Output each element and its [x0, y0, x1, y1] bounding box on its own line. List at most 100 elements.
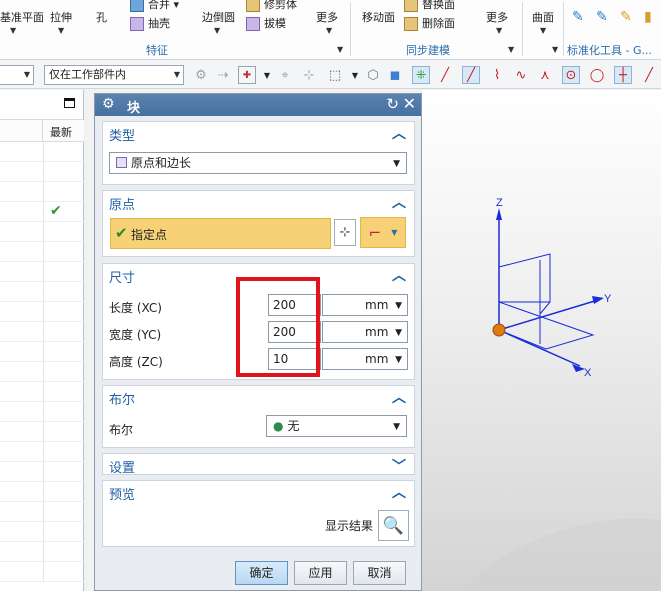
navigator-row[interactable]: [0, 162, 84, 182]
point-dialog-button[interactable]: ⊹: [334, 219, 356, 246]
shell-button[interactable]: 抽壳: [130, 15, 170, 31]
width-unit-select[interactable]: mm ▼: [322, 321, 408, 343]
boolean-none-icon: ●: [273, 419, 284, 433]
navigator-row[interactable]: [0, 142, 84, 162]
point-filter-icon[interactable]: ✚: [238, 66, 256, 84]
navigator-row[interactable]: [0, 282, 84, 302]
navigator-row[interactable]: [0, 402, 84, 422]
navigator-row[interactable]: ✔: [0, 202, 84, 222]
navigator-row[interactable]: [0, 542, 84, 562]
std-tool-3-icon[interactable]: ✎: [620, 9, 632, 25]
delete-face-button[interactable]: 删除面: [404, 15, 455, 31]
point-filter-dropdown[interactable]: ▼: [258, 66, 276, 84]
ribbon-separator: [350, 2, 351, 56]
midpoint-icon[interactable]: ╱: [462, 66, 480, 84]
origin-section-header[interactable]: 原点 ︿: [103, 191, 414, 213]
extrude-dropdown[interactable]: ▼: [58, 26, 64, 35]
rect-select-dropdown[interactable]: ▼: [346, 66, 364, 84]
navigator-row[interactable]: [0, 262, 84, 282]
endpoint-icon[interactable]: ╱: [436, 66, 454, 84]
navigator-row[interactable]: [0, 222, 84, 242]
settings-section-header[interactable]: 设置 ﹀: [103, 454, 414, 476]
ok-button[interactable]: 确定: [235, 561, 288, 585]
existing-point-icon[interactable]: ┼: [614, 66, 632, 84]
surface-button[interactable]: 曲面: [532, 9, 554, 25]
body-select-icon[interactable]: ⬡: [364, 66, 382, 84]
boolean-section-header[interactable]: 布尔 ︿: [103, 386, 414, 408]
navigator-row[interactable]: [0, 462, 84, 482]
intersect-icon[interactable]: ⋏: [536, 66, 554, 84]
origin-point[interactable]: [492, 323, 506, 337]
apply-button[interactable]: 应用: [294, 561, 347, 585]
snap-1-icon[interactable]: ⚙: [192, 66, 210, 84]
quadrant-icon[interactable]: ◯: [588, 66, 606, 84]
edge-blend-dropdown[interactable]: ▼: [214, 26, 220, 35]
unite-button[interactable]: 合并 ▾: [130, 0, 179, 12]
sync-group-dropdown[interactable]: ▼: [508, 45, 514, 54]
more-sync-button[interactable]: 更多: [486, 9, 508, 25]
navigator-row[interactable]: [0, 502, 84, 522]
preview-section-header[interactable]: 预览 ︿: [103, 481, 414, 503]
navigator-row[interactable]: [0, 522, 84, 542]
graphics-viewport[interactable]: Z Y X: [422, 90, 661, 591]
ribbon-separator: [563, 2, 564, 56]
column-name[interactable]: [0, 120, 43, 142]
surface-group-dropdown[interactable]: ▼: [552, 45, 558, 54]
cancel-button[interactable]: 取消: [353, 561, 406, 585]
filter-combo[interactable]: ▼: [0, 65, 34, 85]
navigator-row[interactable]: [0, 482, 84, 502]
curve-point-icon[interactable]: ⌇: [488, 66, 506, 84]
edge-blend-button[interactable]: 边倒圆: [202, 9, 235, 25]
height-unit-select[interactable]: mm ▼: [322, 348, 408, 370]
snap-3-icon[interactable]: ⌖: [276, 66, 294, 84]
more-features-dropdown[interactable]: ▼: [326, 26, 332, 35]
gear-icon[interactable]: ⚙: [102, 96, 115, 112]
boolean-select[interactable]: ● 无 ▼: [266, 415, 407, 437]
reset-icon[interactable]: ↻: [386, 95, 399, 113]
close-icon[interactable]: ✕: [403, 94, 416, 113]
type-select[interactable]: 原点和边长 ▼: [109, 152, 407, 174]
length-unit-select[interactable]: mm ▼: [322, 294, 408, 316]
replace-face-button[interactable]: 替换面: [404, 0, 455, 12]
scope-combo[interactable]: 仅在工作部件内 ▼: [44, 65, 184, 85]
navigator-row[interactable]: [0, 382, 84, 402]
snap-point-icon[interactable]: ⁜: [412, 66, 430, 84]
draft-button[interactable]: 拔模: [246, 15, 286, 31]
specify-point-field[interactable]: ✔ 指定点: [110, 218, 331, 249]
std-tool-4-icon[interactable]: ▮: [644, 9, 652, 25]
show-result-button[interactable]: 🔍: [378, 510, 409, 541]
std-tool-1-icon[interactable]: ✎: [572, 9, 584, 25]
rect-select-icon[interactable]: ⬚: [326, 66, 344, 84]
spline-point-icon[interactable]: ∿: [512, 66, 530, 84]
navigator-row[interactable]: [0, 422, 84, 442]
column-latest[interactable]: 最新: [50, 124, 72, 140]
cube-select-icon[interactable]: ◼: [386, 66, 404, 84]
navigator-row[interactable]: [0, 562, 84, 582]
navigator-row[interactable]: [0, 182, 84, 202]
more-features-button[interactable]: 更多: [316, 9, 338, 25]
more-sync-dropdown[interactable]: ▼: [496, 26, 502, 35]
navigator-row[interactable]: [0, 362, 84, 382]
face-point-icon[interactable]: ╱: [640, 66, 658, 84]
datum-plane-dropdown[interactable]: ▼: [10, 26, 16, 35]
feature-group-dropdown[interactable]: ▼: [337, 45, 343, 54]
std-tool-2-icon[interactable]: ✎: [596, 9, 608, 25]
navigator-row[interactable]: [0, 442, 84, 462]
navigator-row[interactable]: [0, 242, 84, 262]
extrude-button[interactable]: 拉伸: [50, 9, 72, 25]
group-label-feature: 特征: [146, 44, 168, 57]
snap-2-icon[interactable]: ⇢: [214, 66, 232, 84]
datum-plane-button[interactable]: 基准平面: [0, 9, 44, 25]
maximize-icon[interactable]: [64, 98, 75, 108]
snap-4-icon[interactable]: ⊹: [300, 66, 318, 84]
arc-center-icon[interactable]: ⊙: [562, 66, 580, 84]
hole-button[interactable]: 孔: [96, 9, 107, 25]
type-section-header[interactable]: 类型 ︿: [103, 122, 414, 144]
trim-body-button[interactable]: 修剪体: [246, 0, 297, 12]
navigator-row[interactable]: [0, 342, 84, 362]
navigator-row[interactable]: [0, 302, 84, 322]
surface-dropdown[interactable]: ▼: [540, 26, 546, 35]
point-type-select[interactable]: ⌐ ▼: [360, 217, 406, 248]
move-face-button[interactable]: 移动面: [362, 9, 395, 25]
navigator-row[interactable]: [0, 322, 84, 342]
